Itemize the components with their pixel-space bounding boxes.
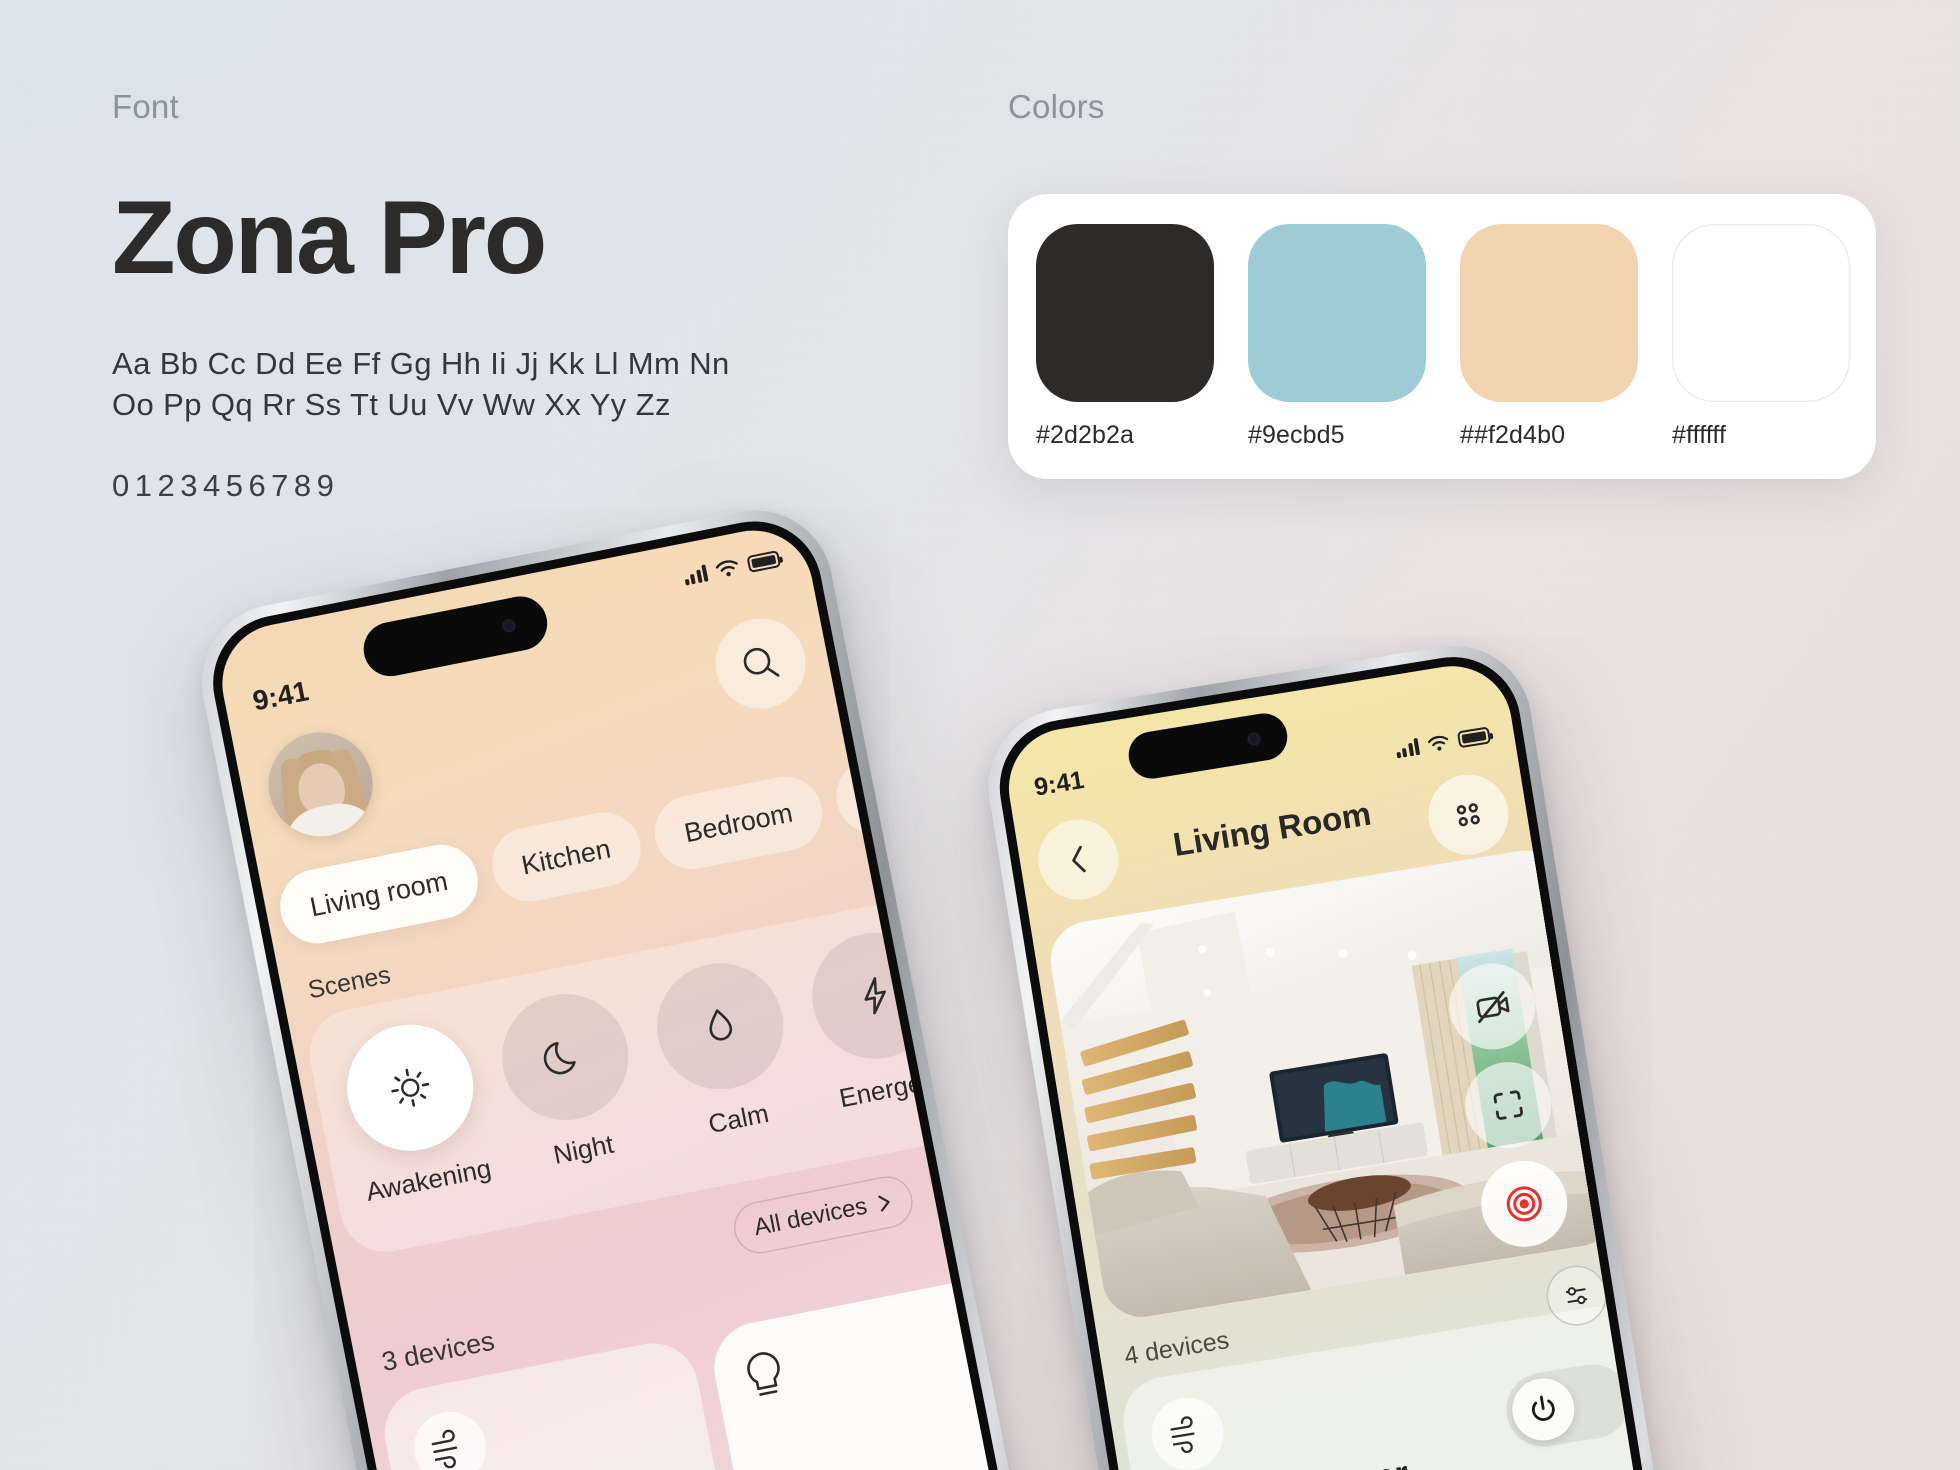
scene-awakening[interactable]: Awakening bbox=[328, 1012, 501, 1209]
color-chip-blue[interactable] bbox=[1248, 223, 1426, 402]
device-settings-button[interactable] bbox=[1542, 1261, 1612, 1331]
sliders-icon bbox=[1565, 1287, 1588, 1305]
search-button[interactable] bbox=[707, 610, 814, 717]
scene-label: Energetic bbox=[836, 1062, 951, 1114]
font-alphabet: Aa Bb Cc Dd Ee Ff Gg Hh Ii Jj Kk Ll Mm N… bbox=[112, 344, 872, 426]
device-card-smart-light[interactable]: Smart Light Mi Smart LED Ceiling Light 9… bbox=[706, 1270, 1013, 1470]
font-digits: 0123456789 bbox=[112, 467, 340, 503]
focus-frame-icon bbox=[1493, 1090, 1523, 1120]
all-devices-button[interactable]: All devices bbox=[730, 1172, 917, 1258]
device-icon-wrapper bbox=[407, 1405, 493, 1470]
room-tab-bedroom[interactable]: Bedroom bbox=[648, 770, 829, 876]
room-tab-kitchen[interactable]: Kitchen bbox=[485, 806, 647, 908]
scene-label: Awakening bbox=[363, 1152, 494, 1207]
record-button[interactable] bbox=[1474, 1154, 1574, 1254]
color-hex-label: #ffffff bbox=[1672, 420, 1727, 449]
color-chip-peach[interactable] bbox=[1460, 223, 1638, 402]
color-hex-label: #9ecbd5 bbox=[1248, 420, 1345, 449]
avatar[interactable] bbox=[259, 723, 382, 846]
color-swatch[interactable]: #9ecbd5 bbox=[1248, 223, 1426, 450]
status-icons bbox=[682, 549, 782, 586]
status-icons bbox=[1394, 726, 1492, 759]
room-detail-screen: 9:41 Living Room 4 devices bbox=[1000, 657, 1652, 1470]
room-tab-partial[interactable]: B bbox=[830, 751, 922, 840]
color-chip-white[interactable] bbox=[1672, 223, 1850, 402]
power-toggle-knob[interactable] bbox=[1507, 1373, 1579, 1445]
font-display-name: Zona Pro bbox=[112, 180, 547, 296]
grid-dots-icon bbox=[1456, 803, 1480, 827]
color-hex-label: #2d2b2a bbox=[1036, 420, 1135, 449]
bolt-icon bbox=[864, 977, 886, 1015]
camera-off-button[interactable] bbox=[1442, 957, 1542, 1056]
wind-icon bbox=[1170, 1416, 1195, 1454]
battery-icon bbox=[1456, 726, 1492, 749]
all-devices-label: All devices bbox=[751, 1192, 870, 1242]
scene-label: Night bbox=[550, 1128, 617, 1170]
scenes-section-label: Scenes bbox=[305, 960, 393, 1005]
device-count: 3 devices bbox=[379, 1325, 497, 1378]
font-alphabet-line-1: Aa Bb Cc Dd Ee Ff Gg Hh Ii Jj Kk Ll Mm N… bbox=[112, 346, 730, 381]
device-row-air-conditioner[interactable]: Air Conditioner Samsung AR9500T 20℃ bbox=[1116, 1261, 1652, 1470]
camera-off-icon bbox=[1476, 991, 1510, 1024]
power-icon bbox=[1531, 1395, 1555, 1421]
room-tab-living-room[interactable]: Living room bbox=[273, 838, 484, 950]
status-time: 9:41 bbox=[1032, 765, 1087, 802]
signal-bars-icon bbox=[682, 563, 709, 586]
color-hex-label: ##f2d4b0 bbox=[1460, 420, 1566, 449]
scene-night[interactable]: Night bbox=[483, 981, 656, 1178]
search-icon bbox=[743, 647, 780, 677]
dynamic-island bbox=[1125, 710, 1291, 783]
scene-energetic[interactable]: Energetic bbox=[793, 920, 966, 1117]
font-alphabet-line-2: Oo Pp Qq Rr Ss Tt Uu Vv Ww Xx Yy Zz bbox=[112, 386, 671, 422]
bulb-icon bbox=[747, 1352, 780, 1396]
moon-icon bbox=[543, 1041, 576, 1075]
phone-mockup-room-detail: 9:41 Living Room 4 devices bbox=[977, 634, 1675, 1470]
status-time: 9:41 bbox=[250, 675, 312, 717]
home-screen: 9:41 Living room Kitchen Bedroom B Scene… bbox=[211, 520, 1013, 1470]
scene-label: Calm bbox=[705, 1097, 772, 1140]
swatch-card: #2d2b2a #9ecbd5 ##f2d4b0 #ffffff bbox=[1008, 194, 1876, 479]
font-section: Font Zona Pro Aa Bb Cc Dd Ee Ff Gg Hh Ii… bbox=[112, 88, 872, 504]
wind-icon bbox=[431, 1429, 458, 1469]
phone-bezel: 9:41 Living Room 4 devices bbox=[989, 647, 1663, 1470]
font-section-label: Font bbox=[112, 88, 179, 125]
colors-section-label: Colors bbox=[1008, 88, 1105, 125]
wifi-icon bbox=[1427, 735, 1449, 751]
sun-icon bbox=[391, 1068, 430, 1107]
colors-section: Colors #2d2b2a #9ecbd5 ##f2d4b0 #ffffff bbox=[1008, 88, 1876, 479]
battery-icon bbox=[746, 549, 782, 573]
device-count: 4 devices bbox=[1122, 1326, 1232, 1371]
wifi-icon bbox=[715, 560, 738, 577]
color-swatch[interactable]: #ffffff bbox=[1672, 223, 1850, 450]
droplet-icon bbox=[709, 1009, 733, 1041]
phone-bezel: 9:41 Living room Kitchen Bedroom B Scene… bbox=[201, 509, 1023, 1470]
phone-mockup-home: 9:41 Living room Kitchen Bedroom B Scene… bbox=[188, 496, 1036, 1470]
power-toggle[interactable] bbox=[1500, 1358, 1636, 1452]
device-cards: Air Conditioner Samsung AR9500T Smart Li… bbox=[376, 1261, 1013, 1470]
chevron-right-icon bbox=[878, 1195, 890, 1212]
dynamic-island bbox=[358, 591, 552, 681]
signal-bars-icon bbox=[1394, 737, 1421, 759]
color-swatch[interactable]: ##f2d4b0 bbox=[1460, 223, 1638, 450]
record-icon bbox=[1506, 1186, 1542, 1222]
focus-frame-button[interactable] bbox=[1458, 1055, 1558, 1155]
color-swatch[interactable]: #2d2b2a bbox=[1036, 223, 1214, 450]
scene-calm[interactable]: Calm bbox=[638, 951, 811, 1148]
color-chip-dark[interactable] bbox=[1036, 223, 1214, 402]
device-icon-wrapper bbox=[1146, 1392, 1229, 1470]
